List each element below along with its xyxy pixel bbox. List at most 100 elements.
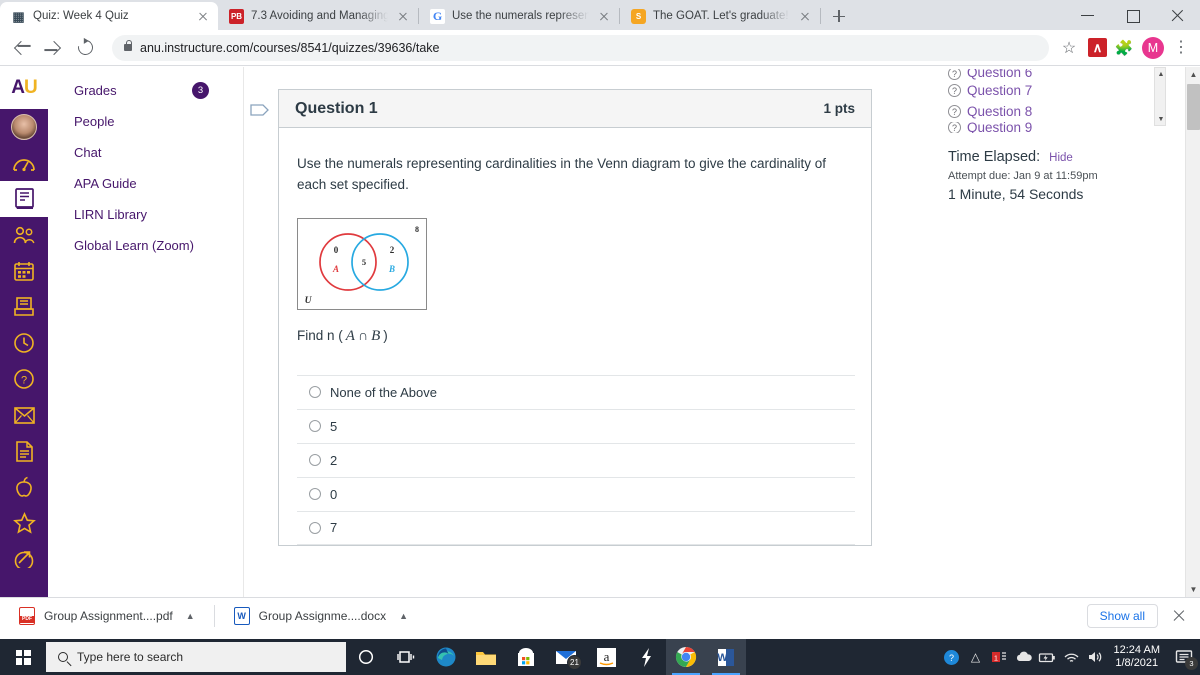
sidebar-item-documents[interactable]: [0, 433, 48, 469]
browser-tab-2[interactable]: G Use the numerals representing ca: [419, 2, 619, 30]
question-list-scrollbar[interactable]: ▲ ▼: [1154, 67, 1166, 126]
course-nav-item-chat[interactable]: Chat: [72, 137, 244, 168]
sidebar-item-inbox[interactable]: [0, 289, 48, 325]
sidebar-item-partial[interactable]: [0, 541, 48, 577]
page-scroll-up-icon[interactable]: ▲: [1186, 67, 1200, 82]
course-navigation: Grades 3 People Chat APA Guide LIRN Libr…: [48, 67, 244, 597]
scroll-up-arrow-icon[interactable]: ▲: [1155, 68, 1167, 80]
close-icon[interactable]: [1155, 0, 1200, 30]
cortana-button[interactable]: [346, 639, 386, 675]
lightning-app-button[interactable]: [626, 639, 666, 675]
sidebar-item-dashboard[interactable]: [0, 145, 48, 181]
radio-button[interactable]: [309, 420, 321, 433]
find-prefix: Find n (: [297, 327, 343, 343]
download-item-pdf[interactable]: Group Assignment....pdf ▲: [10, 603, 204, 629]
question-nav-item-8[interactable]: ? Question 8: [940, 101, 1150, 122]
page-scroll-down-icon[interactable]: ▼: [1186, 582, 1200, 597]
help-badge-icon[interactable]: ?: [940, 639, 964, 675]
question-nav-item-6[interactable]: ? Question 6: [940, 69, 1150, 80]
question-circle-icon: ?: [14, 369, 34, 389]
profile-avatar[interactable]: M: [1142, 36, 1164, 59]
address-bar[interactable]: anu.instructure.com/courses/8541/quizzes…: [112, 34, 1049, 61]
sidebar-item-history[interactable]: [0, 325, 48, 361]
clock[interactable]: 12:24 AM 1/8/2021: [1108, 644, 1168, 670]
tab-close-icon[interactable]: [797, 8, 813, 24]
question-nav-label: Question 9: [967, 122, 1033, 133]
sidebar-item-apple[interactable]: [0, 469, 48, 505]
collapse-nav-button[interactable]: [250, 101, 270, 121]
edge-button[interactable]: [426, 639, 466, 675]
back-button[interactable]: [8, 34, 36, 62]
au-logo[interactable]: AU: [0, 67, 48, 109]
mail-button[interactable]: 21: [546, 639, 586, 675]
forward-button[interactable]: [40, 34, 68, 62]
sidebar-item-courses[interactable]: [0, 181, 48, 217]
page-scrollbar[interactable]: ▲ ▼: [1185, 67, 1200, 597]
show-all-downloads-button[interactable]: Show all: [1086, 604, 1158, 628]
close-download-bar-icon[interactable]: [1172, 609, 1186, 623]
battery-icon[interactable]: [1036, 639, 1060, 675]
answer-option[interactable]: 5: [297, 408, 855, 443]
course-nav-item-lirn-library[interactable]: LIRN Library: [72, 199, 244, 230]
browser-tab-1[interactable]: PB 7.3 Avoiding and Managing Stress: [218, 2, 418, 30]
acrobat-extension-icon[interactable]: ∧: [1088, 38, 1107, 57]
volume-icon[interactable]: [1084, 639, 1108, 675]
file-explorer-button[interactable]: [466, 639, 506, 675]
answer-option[interactable]: 2: [297, 442, 855, 477]
reload-button[interactable]: [72, 34, 100, 62]
answer-option[interactable]: 7: [297, 510, 855, 545]
answer-label: 7: [330, 520, 338, 536]
question-nav-item-9[interactable]: ? Question 9: [940, 122, 1150, 133]
taskview-icon: [397, 651, 415, 663]
sidebar-item-favorites[interactable]: [0, 505, 48, 541]
tab-close-icon[interactable]: [395, 8, 411, 24]
radio-button[interactable]: [309, 386, 321, 399]
course-nav-item-grades[interactable]: Grades 3: [72, 75, 244, 106]
wifi-icon[interactable]: [1060, 639, 1084, 675]
taskbar-search-input[interactable]: Type here to search: [46, 642, 346, 672]
chrome-menu-icon[interactable]: ⋮: [1170, 39, 1192, 56]
sidebar-item-calendar[interactable]: [0, 253, 48, 289]
sidebar-item-help[interactable]: ?: [0, 361, 48, 397]
radio-button[interactable]: [309, 454, 321, 467]
course-nav-item-apa-guide[interactable]: APA Guide: [72, 168, 244, 199]
browser-toolbar: anu.instructure.com/courses/8541/quizzes…: [0, 30, 1200, 66]
task-view-button[interactable]: [386, 639, 426, 675]
answer-option[interactable]: None of the Above: [297, 374, 855, 409]
radio-button[interactable]: [309, 521, 321, 534]
radio-button[interactable]: [309, 488, 321, 501]
chevron-up-icon[interactable]: △: [964, 639, 988, 675]
browser-tab-0[interactable]: ▦ Quiz: Week 4 Quiz: [0, 2, 218, 30]
venn-circle-a: [319, 232, 377, 291]
sidebar-item-account[interactable]: [0, 109, 48, 145]
onedrive-cloud-icon[interactable]: [1012, 639, 1036, 675]
hide-timer-link[interactable]: Hide: [1049, 152, 1073, 164]
download-item-docx[interactable]: W Group Assignme....docx ▲: [225, 603, 417, 629]
question-nav-item-7[interactable]: ? Question 7: [940, 80, 1150, 101]
notification-center-button[interactable]: 3: [1168, 639, 1200, 675]
course-nav-item-global-learn[interactable]: Global Learn (Zoom): [72, 230, 244, 261]
maximize-icon[interactable]: [1110, 0, 1155, 30]
extensions-puzzle-icon[interactable]: 🧩: [1112, 39, 1136, 57]
browser-tab-3[interactable]: S The GOAT. Let's graduate! We are: [620, 2, 820, 30]
tab-close-icon[interactable]: [195, 8, 211, 24]
scroll-down-arrow-icon[interactable]: ▼: [1155, 113, 1167, 125]
start-button[interactable]: [0, 639, 46, 675]
chevron-up-icon[interactable]: ▲: [399, 611, 408, 621]
amazon-button[interactable]: a: [586, 639, 626, 675]
chevron-up-icon[interactable]: ▲: [186, 611, 195, 621]
answer-option[interactable]: 0: [297, 476, 855, 511]
red-badge-icon[interactable]: 1: [988, 639, 1012, 675]
new-tab-button[interactable]: [825, 2, 853, 30]
course-nav-item-people[interactable]: People: [72, 106, 244, 137]
avatar: [11, 114, 37, 140]
chrome-button[interactable]: [666, 639, 706, 675]
page-scroll-thumb[interactable]: [1187, 84, 1200, 130]
microsoft-store-button[interactable]: [506, 639, 546, 675]
sidebar-item-groups[interactable]: [0, 217, 48, 253]
word-button[interactable]: W: [706, 639, 746, 675]
minimize-icon[interactable]: [1065, 0, 1110, 30]
bookmark-star-icon[interactable]: ☆: [1055, 34, 1083, 62]
sidebar-item-mail[interactable]: [0, 397, 48, 433]
tab-close-icon[interactable]: [596, 8, 612, 24]
